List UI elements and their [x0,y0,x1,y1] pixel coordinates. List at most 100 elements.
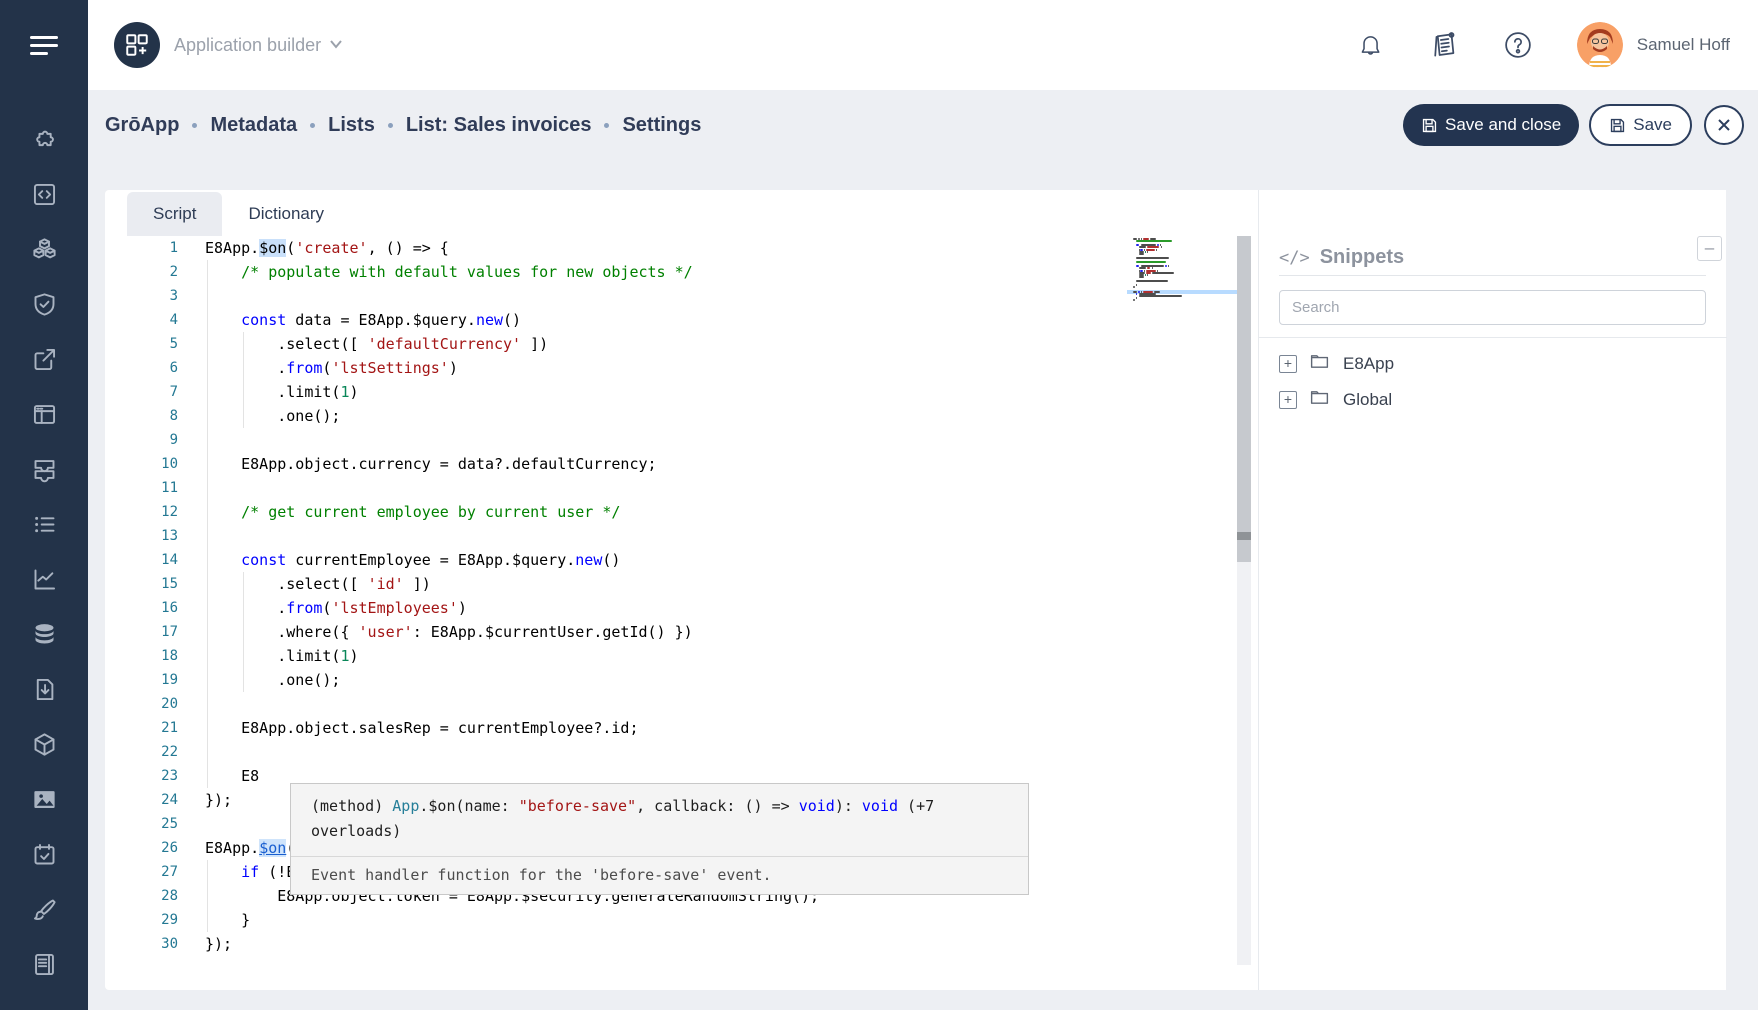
sidebar-item-file-download[interactable] [0,664,88,719]
code-token: /* get current employee by current user … [241,503,620,521]
code-line-16: 16 .from('lstEmployees') [128,596,1356,620]
user-name: Samuel Hoff [1637,35,1730,55]
code-token: . [205,599,286,617]
minimap-bar [1147,274,1148,276]
hamburger-bar [30,44,58,47]
expand-icon[interactable]: + [1279,355,1297,373]
sidebar-item-cube-3d[interactable] [0,719,88,774]
code-line-19: 19 .one(); [128,668,1356,692]
cube-3d-icon [31,731,58,763]
close-button[interactable] [1704,105,1744,145]
breadcrumb-separator [310,123,315,128]
line-number: 19 [128,668,178,692]
breadcrumb-separator [604,123,609,128]
line-number: 16 [128,596,178,620]
breadcrumb-item[interactable]: Lists [328,114,375,137]
code-token [205,311,241,329]
code-token: () [503,311,521,329]
snippets-search-input[interactable] [1279,290,1706,325]
code-token: 'create' [295,239,367,257]
folder-icon [1297,351,1330,377]
code-line-10: 10 E8App.object.currency = data?.default… [128,452,1356,476]
indent-guide [243,332,244,428]
code-line-9: 9 [128,428,1356,452]
minimap-bar [1145,251,1146,253]
code-line-30: 30}); [128,932,1356,956]
sidebar-item-image[interactable] [0,774,88,829]
book-icon [31,951,58,983]
sidebar-item-shield-check[interactable] [0,279,88,334]
code-token: }); [205,935,232,953]
minimap-bar [1165,265,1167,267]
line-number: 30 [128,932,178,956]
minimap-bar [1136,280,1168,282]
code-token: void [862,797,898,815]
save-button[interactable]: Save [1589,104,1692,146]
breadcrumb-item[interactable]: List: Sales invoices [406,114,592,137]
hamburger-menu-icon[interactable] [0,0,88,90]
breadcrumb-item[interactable]: Metadata [210,114,297,137]
tab-script[interactable]: Script [127,192,222,236]
breadcrumb-item[interactable]: GrōApp [105,114,179,137]
sidebar-nav [0,114,88,994]
code-token: new [476,311,503,329]
code-line-22: 22 [128,740,1356,764]
snippets-panel: – </> Snippets +E8App+Global [1258,190,1726,990]
breadcrumb-item[interactable]: Settings [622,114,701,137]
tooltip-doc: Event handler function for the 'before-s… [291,856,1028,894]
sidebar-item-book[interactable] [0,939,88,994]
bell-icon[interactable] [1355,30,1385,60]
avatar[interactable] [1577,22,1623,68]
save-and-close-label: Save and close [1445,115,1561,135]
code-token: $on [259,239,286,257]
code-token: .limit( [205,647,340,665]
sidebar-item-code-square[interactable] [0,169,88,224]
code-line-8: 8 .one(); [128,404,1356,428]
code-token: ): [835,797,862,815]
code-line-14: 14 const currentEmployee = E8App.$query.… [128,548,1356,572]
code-symbol-link[interactable]: $on [259,839,286,857]
save-icon [1421,117,1438,134]
sidebar-item-paintbrush[interactable] [0,884,88,939]
sidebar-item-inbox-stack[interactable] [0,444,88,499]
app-logo[interactable] [114,22,160,68]
sidebar-item-blocks[interactable] [0,224,88,279]
editor-scrollbar-track[interactable] [1237,236,1251,965]
code-line-20: 20 [128,692,1356,716]
help-icon[interactable] [1503,30,1533,60]
minimap-bar [1139,276,1144,278]
code-editor[interactable]: 1E8App.$on('create', () => {2 /* populat… [128,236,1356,965]
code-token: const [241,311,286,329]
code-square-icon [31,181,58,213]
hamburger-bar [30,36,58,39]
sidebar-item-bullet-list[interactable] [0,499,88,554]
chevron-down-icon[interactable] [329,36,343,54]
code-token: .one(); [205,407,340,425]
editor-scrollbar-thumb[interactable] [1237,236,1251,534]
browser-window-icon [31,401,58,433]
sidebar-item-chart-line[interactable] [0,554,88,609]
sidebar-item-database[interactable] [0,609,88,664]
editor-minimap[interactable] [1133,238,1233,308]
snippet-folder-e8app[interactable]: +E8App [1279,346,1706,382]
code-line-4: 4 const data = E8App.$query.new() [128,308,1356,332]
sidebar-item-browser-window[interactable] [0,389,88,444]
code-token: 1 [340,383,349,401]
code-token: } [205,911,250,929]
tab-dictionary[interactable]: Dictionary [222,192,350,236]
snippet-folder-global[interactable]: +Global [1279,382,1706,418]
code-token: ]) [404,575,431,593]
line-number: 18 [128,644,178,668]
code-token: . [205,359,286,377]
code-line-17: 17 .where({ 'user': E8App.$currentUser.g… [128,620,1356,644]
app-title[interactable]: Application builder [174,35,321,56]
code-icon: </> [1279,248,1310,268]
line-number: 29 [128,908,178,932]
sidebar-item-puzzle[interactable] [0,114,88,169]
release-notes-icon[interactable] [1429,30,1459,60]
breadcrumb-separator [388,123,393,128]
sidebar-item-external-link[interactable] [0,334,88,389]
save-and-close-button[interactable]: Save and close [1403,104,1579,146]
expand-icon[interactable]: + [1279,391,1297,409]
sidebar-item-calendar-check[interactable] [0,829,88,884]
